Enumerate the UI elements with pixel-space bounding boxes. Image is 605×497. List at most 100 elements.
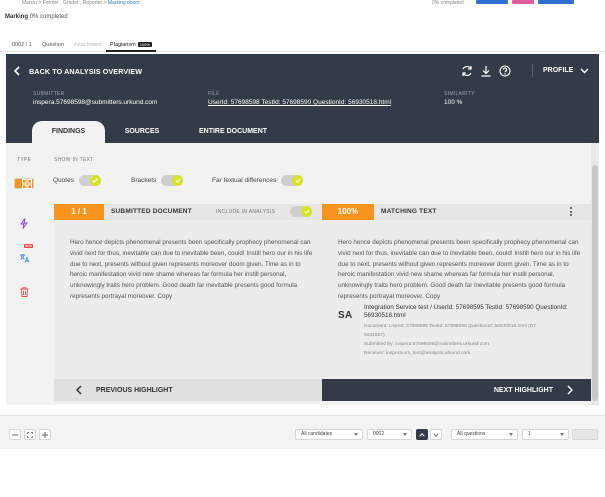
top-flag-button[interactable] [512, 0, 534, 4]
scrollbar[interactable] [591, 143, 599, 405]
candidate-id-select[interactable]: 0002 [367, 429, 412, 440]
similarity-label: SIMILARITY [444, 91, 475, 97]
tab-sources[interactable]: SOURCES [114, 121, 170, 143]
submitted-text: Hero hence depicts phenomenal presents b… [70, 239, 313, 300]
questions-select-value: All questions [457, 431, 486, 437]
caret-down-icon [403, 433, 407, 436]
caret-down-icon [509, 433, 513, 436]
profile-menu[interactable]: PROFILE [543, 67, 589, 74]
candidates-select[interactable]: All candidates [295, 429, 363, 440]
next-candidate-button[interactable] [430, 429, 442, 440]
tab-findings[interactable]: FINDINGS [32, 121, 105, 143]
expand-icon [27, 431, 33, 438]
app-root: Marcin > Former , Grader , Reporter > Ma… [0, 0, 605, 497]
tab-question[interactable]: Question [42, 42, 64, 48]
back-button[interactable]: BACK TO ANALYSIS OVERVIEW [14, 66, 142, 76]
type-label: TYPE [17, 157, 32, 163]
file-link[interactable]: UserId: 57698598 TestId: 57698590 Questi… [208, 99, 391, 106]
zoom-out-button[interactable] [9, 429, 21, 440]
plus-icon [42, 431, 48, 438]
previous-highlight-label: PREVIOUS HIGHLIGHT [96, 386, 173, 394]
candidates-select-value: All candidates [301, 431, 333, 437]
source-title: Integration Service test / UserId: 57698… [364, 304, 568, 320]
header-divider [532, 64, 533, 77]
breadcrumb-prefix: Marcin > Former , Grader , Reporter > [22, 0, 108, 6]
scrollbar-thumb[interactable] [592, 165, 598, 401]
toggle-knob [172, 175, 184, 186]
submitted-document-title: SUBMITTED DOCUMENT [111, 208, 192, 215]
download-icon[interactable] [480, 65, 492, 77]
previous-highlight-button[interactable]: PREVIOUS HIGHLIGHT [54, 379, 322, 401]
caret-down-icon [354, 433, 358, 436]
submitter-value: inspera.57698598@submitters.urkund.com [33, 99, 158, 106]
help-icon[interactable] [499, 65, 511, 77]
include-in-analysis-label: INCLUDE IN ANALYSIS [216, 209, 276, 215]
highlight-counter: 1 / 1 [54, 204, 104, 220]
question-number-select[interactable]: 1 [522, 429, 569, 440]
toggle-knob [301, 206, 312, 217]
candidate-id-value: 0002 [373, 431, 385, 437]
tab-attachment[interactable]: Attachment [74, 42, 102, 48]
submitted-document-panel: 1 / 1 SUBMITTED DOCUMENT INCLUDE IN ANAL… [54, 204, 322, 379]
header-icons [461, 65, 511, 77]
lightning-icon [20, 217, 28, 229]
active-tab-indicator [106, 50, 156, 52]
textual-differences-toggle[interactable] [281, 175, 304, 186]
tab-entire-document[interactable]: ENTIRE DOCUMENT [190, 121, 276, 143]
breadcrumb-current[interactable]: Marking doom [108, 0, 140, 6]
top-submit-button[interactable] [538, 0, 574, 4]
brackets-filter: Brackets [131, 175, 184, 186]
matching-panel-header: 100% MATCHING TEXT [322, 204, 591, 220]
submitted-panel-header: 1 / 1 SUBMITTED DOCUMENT INCLUDE IN ANAL… [54, 204, 322, 220]
grid-icon [21, 178, 32, 189]
delete-type-button[interactable] [14, 282, 34, 302]
grid-type-button[interactable] [14, 178, 34, 189]
brackets-label: Brackets [131, 177, 157, 184]
brackets-toggle[interactable] [161, 175, 184, 186]
refresh-icon[interactable] [461, 65, 473, 77]
profile-label: PROFILE [543, 67, 574, 74]
file-label: FILE [208, 91, 220, 97]
include-in-analysis-toggle[interactable] [290, 206, 312, 217]
chevron-right-icon [567, 385, 573, 395]
show-in-text-label: SHOW IN TEXT [54, 157, 94, 163]
matching-text-panel: 100% MATCHING TEXT Hero hence depicts ph… [322, 204, 591, 379]
check-icon [303, 209, 310, 214]
next-question-button[interactable] [572, 429, 598, 440]
translate-type-button[interactable]: beta [14, 244, 34, 268]
source-receiver: Receiver: inspera.urs_test@analysis.urku… [364, 351, 471, 356]
type-sidebar: TYPE beta [6, 143, 50, 405]
minus-icon [12, 434, 18, 435]
matching-text-title: MATCHING TEXT [381, 208, 437, 215]
similarity-value: 100 % [444, 99, 463, 106]
next-highlight-button[interactable]: NEXT HIGHLIGHT [322, 379, 595, 401]
top-action-button[interactable] [476, 0, 508, 4]
chevron-left-icon [14, 66, 20, 76]
source-document: Document: UserId: 57698595 TestId: 57698… [364, 324, 537, 329]
check-icon [295, 178, 301, 183]
check-icon [175, 178, 181, 183]
previous-candidate-button[interactable] [416, 429, 428, 440]
findings-body: TYPE beta SHOW IN TEXT Quotes Brackets F… [6, 143, 599, 405]
quotes-toggle[interactable] [78, 175, 101, 186]
tab-plagiarism[interactable]: Plagiarism 100% [110, 42, 152, 48]
zoom-in-button[interactable] [39, 429, 51, 440]
marking-status-text: 0% completed [29, 14, 68, 20]
chevron-up-icon [419, 432, 425, 437]
source-document-2: 9231607) [364, 333, 385, 338]
beta-badge: beta [24, 244, 33, 248]
caret-down-icon [560, 433, 564, 436]
textual-differences-label: Far textual differences [212, 177, 277, 184]
marking-label: Marking [5, 14, 29, 20]
top-bar: Marcin > Former , Grader , Reporter > Ma… [0, 0, 605, 8]
fit-screen-button[interactable] [24, 429, 36, 440]
tab-candidate[interactable]: 0002 / 1 [12, 42, 32, 48]
bottom-toolbar: All candidates 0002 All questions 1 [0, 415, 605, 449]
chevron-down-icon [580, 68, 589, 73]
trash-icon [20, 287, 28, 297]
questions-select[interactable]: All questions [451, 429, 518, 440]
completion-text: 0% completed [432, 0, 464, 6]
more-options-icon[interactable] [570, 207, 573, 218]
check-icon [92, 178, 99, 183]
lightning-type-button[interactable] [14, 213, 34, 233]
